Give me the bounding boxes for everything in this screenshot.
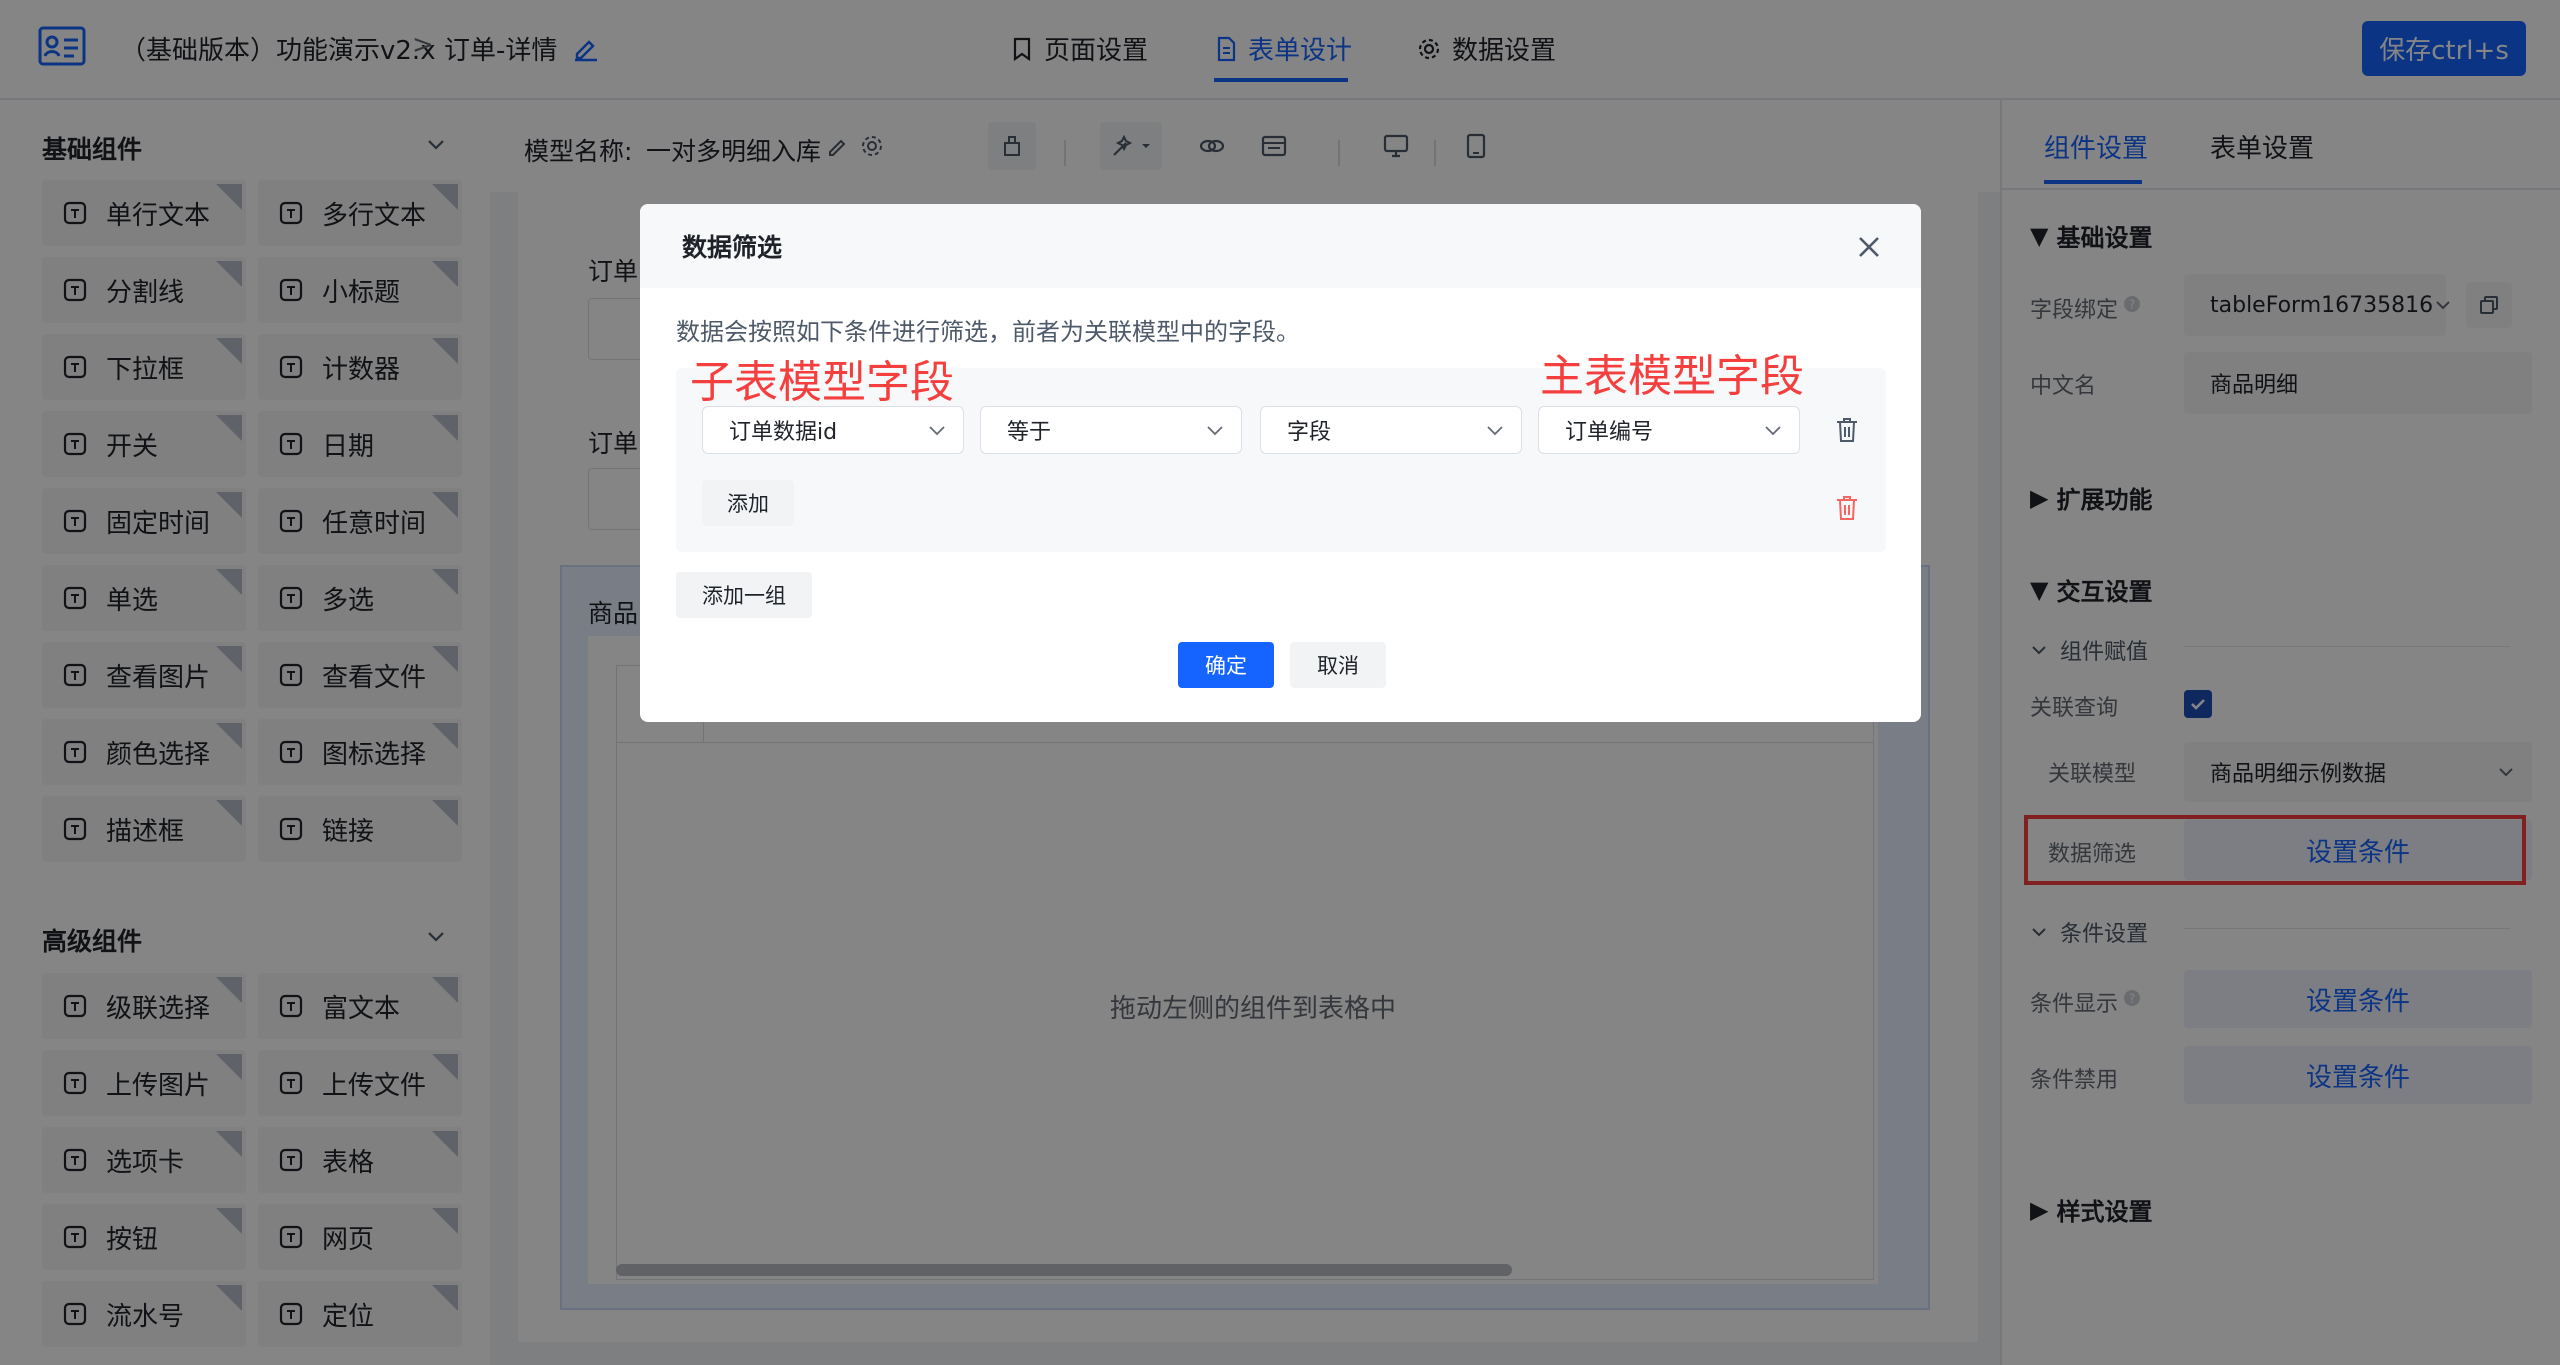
- data-filter-dialog: 数据筛选 数据会按照如下条件进行筛选，前者为关联模型中的字段。 子表模型字段 主…: [640, 204, 1921, 722]
- chevron-down-icon: [1485, 420, 1505, 440]
- condition-value-select[interactable]: 订单编号: [1538, 406, 1800, 454]
- condition-operator-select[interactable]: 等于: [980, 406, 1242, 454]
- condition-field-select[interactable]: 订单数据id: [702, 406, 964, 454]
- confirm-button[interactable]: 确定: [1178, 642, 1274, 688]
- delete-group-icon[interactable]: [1834, 494, 1860, 522]
- annotation-main-field: 主表模型字段: [1540, 351, 1804, 402]
- chevron-down-icon: [1205, 420, 1225, 440]
- annotation-subtable-field: 子表模型字段: [690, 357, 954, 408]
- dialog-title: 数据筛选: [640, 204, 1921, 288]
- dialog-description: 数据会按照如下条件进行筛选，前者为关联模型中的字段。: [676, 318, 1300, 346]
- delete-row-icon[interactable]: [1834, 416, 1860, 444]
- chevron-down-icon: [927, 420, 947, 440]
- cancel-button[interactable]: 取消: [1290, 642, 1386, 688]
- add-group-button[interactable]: 添加一组: [676, 572, 812, 618]
- chevron-down-icon: [1763, 420, 1783, 440]
- add-condition-button[interactable]: 添加: [702, 480, 794, 526]
- close-icon[interactable]: [1856, 234, 1882, 260]
- condition-value-type-select[interactable]: 字段: [1260, 406, 1522, 454]
